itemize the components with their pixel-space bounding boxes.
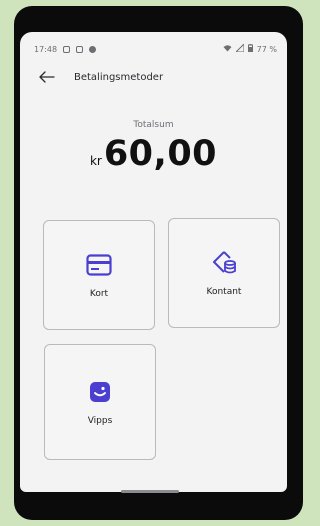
vipps-icon — [86, 378, 114, 406]
notification-icon — [63, 45, 71, 53]
payment-option-label: Kontant — [206, 287, 242, 297]
cash-icon — [210, 249, 238, 277]
amount-value: 60,00 — [103, 134, 218, 174]
payment-option-vipps[interactable]: Vipps — [44, 344, 156, 460]
status-left: 17:48 — [34, 44, 97, 54]
header-bar: Betalingsmetoder — [20, 66, 287, 88]
total-label: Totalsum — [133, 120, 174, 130]
battery-percent: 77 % — [256, 44, 277, 54]
notification-icon — [89, 45, 97, 53]
signal-icon — [234, 42, 245, 54]
total-amount: kr 60,00 — [20, 134, 287, 174]
battery-icon — [247, 44, 253, 54]
status-time: 17:48 — [34, 44, 58, 54]
arrow-left-icon — [39, 68, 55, 87]
home-indicator[interactable] — [121, 490, 179, 493]
app-screen: 17:48 77 % Betalingsmetoder Totalsum kr … — [20, 32, 287, 492]
wifi-icon — [223, 44, 232, 54]
payment-option-label: Vipps — [87, 416, 113, 426]
notification-icon — [76, 45, 84, 53]
currency-label: kr — [89, 154, 102, 168]
card-icon — [85, 251, 113, 279]
back-button[interactable] — [38, 68, 56, 86]
page-title: Betalingsmetoder — [74, 71, 164, 83]
status-right: 77 % — [223, 42, 277, 54]
payment-option-label: Kort — [89, 289, 109, 299]
payment-option-card[interactable]: Kort — [43, 220, 155, 330]
status-bar: 17:48 77 % — [34, 42, 277, 56]
payment-option-cash[interactable]: Kontant — [168, 218, 280, 328]
